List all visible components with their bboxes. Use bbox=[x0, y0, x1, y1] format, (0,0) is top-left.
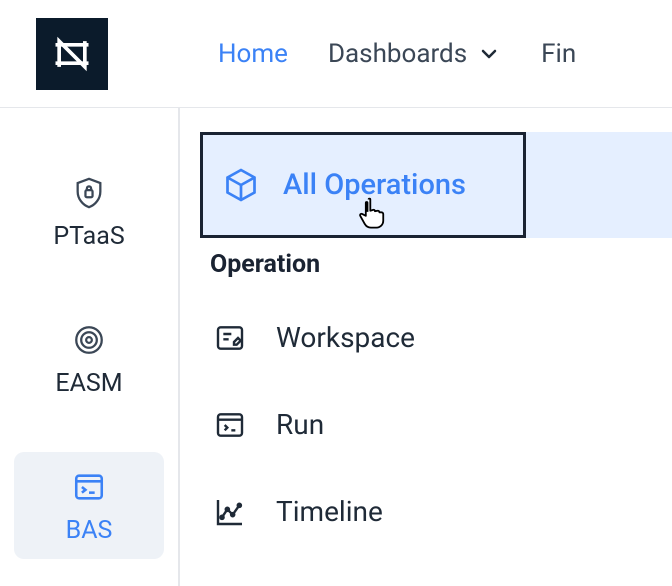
sidebar-item-label: EASM bbox=[55, 369, 122, 398]
sidebar-item-label: BAS bbox=[66, 516, 113, 545]
submenu: Workspace Run bbox=[200, 321, 652, 528]
main-panel: All Operations Operation Workspace bbox=[180, 108, 672, 586]
submenu-label: Workspace bbox=[276, 321, 415, 354]
chevron-down-icon bbox=[477, 42, 501, 66]
app-logo[interactable] bbox=[36, 18, 108, 90]
cube-icon bbox=[223, 167, 259, 203]
sidebar-item-ptaas[interactable]: PTaaS bbox=[14, 158, 164, 265]
target-icon bbox=[72, 323, 106, 357]
submenu-label: Timeline bbox=[276, 495, 383, 528]
nav-home[interactable]: Home bbox=[218, 39, 288, 69]
nav-dashboards-label: Dashboards bbox=[328, 39, 467, 69]
all-operations-button[interactable]: All Operations bbox=[200, 132, 526, 238]
edit-note-icon bbox=[214, 322, 246, 354]
submenu-run[interactable]: Run bbox=[214, 408, 652, 441]
nav-fin[interactable]: Fin bbox=[541, 39, 576, 69]
section-heading: Operation bbox=[210, 250, 652, 279]
run-icon bbox=[214, 409, 246, 441]
nav-home-label: Home bbox=[218, 39, 288, 69]
terminal-icon bbox=[72, 470, 106, 504]
chart-line-icon bbox=[214, 496, 246, 528]
top-nav: Home Dashboards Fin bbox=[218, 39, 576, 69]
nav-fin-label: Fin bbox=[541, 39, 576, 69]
shield-lock-icon bbox=[72, 176, 106, 210]
sidebar: PTaaS EASM BAS bbox=[0, 108, 180, 586]
all-operations-label: All Operations bbox=[283, 168, 466, 202]
submenu-workspace[interactable]: Workspace bbox=[214, 321, 652, 354]
app-header: Home Dashboards Fin bbox=[0, 0, 672, 108]
sidebar-item-bas[interactable]: BAS bbox=[14, 452, 164, 559]
nav-dashboards[interactable]: Dashboards bbox=[328, 39, 501, 69]
submenu-timeline[interactable]: Timeline bbox=[214, 495, 652, 528]
all-operations-bg bbox=[526, 132, 672, 238]
sidebar-item-easm[interactable]: EASM bbox=[14, 305, 164, 412]
sidebar-item-label: PTaaS bbox=[53, 222, 124, 251]
submenu-label: Run bbox=[276, 408, 324, 441]
